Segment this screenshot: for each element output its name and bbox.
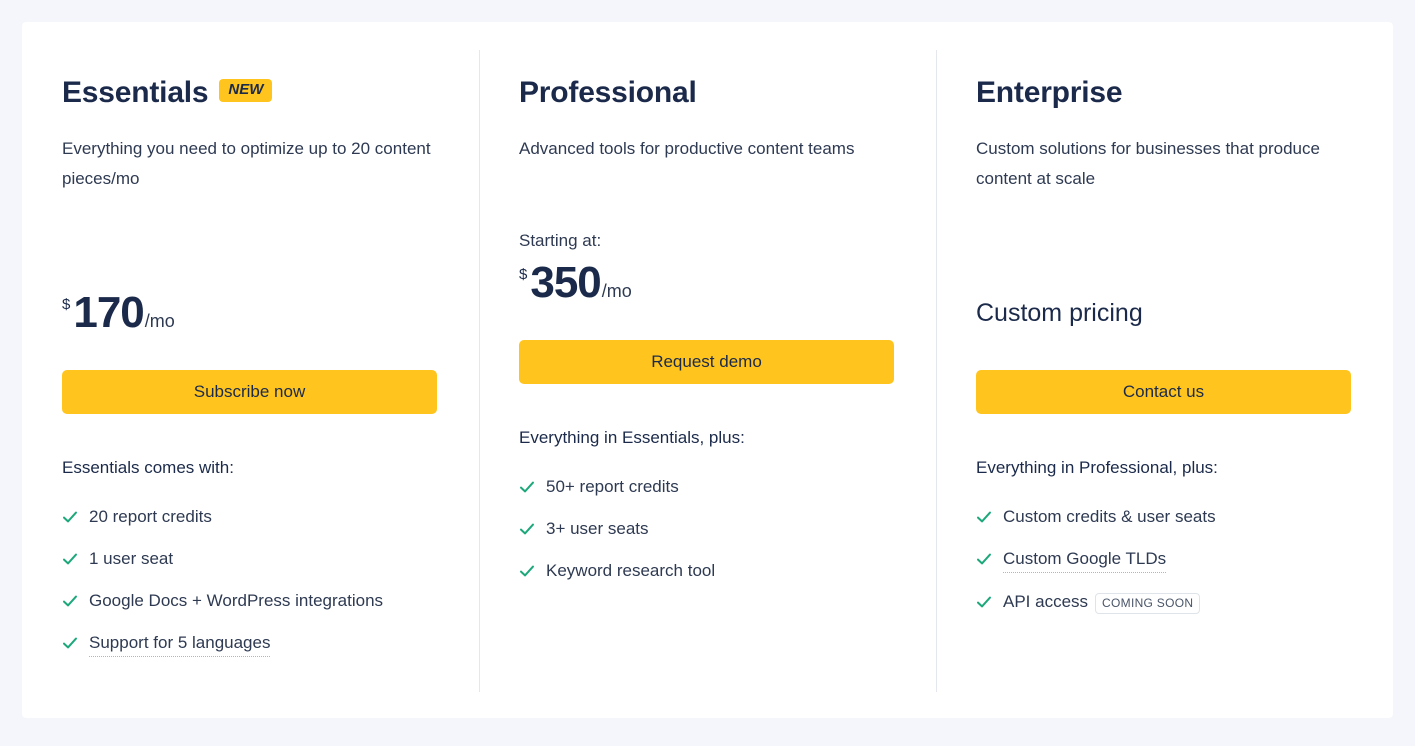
feature-label: Google Docs + WordPress integrations: [89, 591, 384, 610]
price-block-enterprise: Custom pricing: [976, 194, 1351, 344]
plan-column-essentials: Essentials NEW Everything you need to op…: [22, 22, 479, 718]
request-demo-button[interactable]: Request demo: [519, 340, 894, 384]
check-icon: [62, 635, 78, 651]
subscribe-now-button[interactable]: Subscribe now: [62, 370, 437, 414]
plan-description-enterprise: Custom solutions for businesses that pro…: [976, 139, 1320, 188]
custom-pricing-label: Custom pricing: [976, 299, 1143, 327]
feature-label: 50+ report credits: [546, 477, 679, 496]
plan-name-enterprise: Enterprise: [976, 76, 1123, 109]
price-block-professional: Starting at: $ 350 /mo: [519, 164, 894, 314]
price-amount-professional: 350: [530, 258, 601, 307]
feature-item: 3+ user seats: [519, 516, 894, 542]
feature-label: 1 user seat: [89, 549, 174, 568]
coming-soon-badge: COMING SOON: [1095, 593, 1201, 614]
check-icon: [62, 593, 78, 609]
feature-item: 1 user seat: [62, 546, 437, 572]
check-icon: [976, 509, 992, 525]
features-title-professional: Everything in Essentials, plus:: [519, 428, 745, 447]
check-icon: [976, 594, 992, 610]
pricing-columns: Essentials NEW Everything you need to op…: [22, 22, 1393, 718]
feature-list-professional: 50+ report credits 3+ user seats Keyword…: [519, 474, 894, 584]
feature-item: API access COMING SOON: [976, 589, 1351, 615]
feature-label-tooltip[interactable]: Custom Google TLDs: [1003, 546, 1167, 573]
feature-item: 20 report credits: [62, 504, 437, 530]
feature-label-with-badge: API access COMING SOON: [1003, 589, 1201, 615]
plan-column-enterprise: Enterprise Custom solutions for business…: [936, 22, 1393, 718]
check-icon: [519, 521, 535, 537]
price-period: /mo: [601, 281, 632, 301]
plan-name-professional: Professional: [519, 76, 697, 109]
plan-description-essentials: Everything you need to optimize up to 20…: [62, 139, 431, 188]
feature-label: 3+ user seats: [546, 519, 649, 538]
plan-header-professional: Professional: [519, 74, 894, 116]
feature-item: Support for 5 languages: [62, 630, 437, 657]
feature-label: Keyword research tool: [546, 561, 716, 580]
new-badge: NEW: [219, 79, 273, 102]
feature-label: 20 report credits: [89, 507, 212, 526]
contact-us-button[interactable]: Contact us: [976, 370, 1351, 414]
plan-description-professional: Advanced tools for productive content te…: [519, 139, 855, 158]
plan-name-essentials: Essentials: [62, 76, 209, 109]
check-icon: [62, 509, 78, 525]
plan-column-professional: Professional Advanced tools for producti…: [479, 22, 936, 718]
features-title-enterprise: Everything in Professional, plus:: [976, 458, 1218, 477]
feature-item: 50+ report credits: [519, 474, 894, 500]
feature-label-tooltip[interactable]: Support for 5 languages: [89, 630, 271, 657]
check-icon: [519, 563, 535, 579]
currency-symbol: $: [62, 296, 71, 313]
feature-item: Custom Google TLDs: [976, 546, 1351, 573]
check-icon: [976, 551, 992, 567]
price-row-professional: $ 350 /mo: [519, 260, 894, 306]
check-icon: [519, 479, 535, 495]
feature-label: API access: [1003, 592, 1089, 611]
plan-header-essentials: Essentials NEW: [62, 74, 437, 116]
feature-item: Custom credits & user seats: [976, 504, 1351, 530]
price-row-essentials: $ 170 /mo: [62, 290, 437, 336]
price-period: /mo: [144, 311, 175, 331]
feature-label: Custom credits & user seats: [1003, 507, 1216, 526]
pricing-card: Essentials NEW Everything you need to op…: [22, 22, 1393, 718]
feature-list-enterprise: Custom credits & user seats Custom Googl…: [976, 504, 1351, 615]
features-title-essentials: Essentials comes with:: [62, 458, 234, 477]
check-icon: [62, 551, 78, 567]
starting-at-label: Starting at:: [519, 231, 602, 250]
feature-item: Google Docs + WordPress integrations: [62, 588, 437, 614]
plan-header-enterprise: Enterprise: [976, 74, 1351, 116]
currency-symbol: $: [519, 266, 528, 283]
feature-item: Keyword research tool: [519, 558, 894, 584]
price-block-essentials: $ 170 /mo: [62, 194, 437, 344]
feature-list-essentials: 20 report credits 1 user seat Google Doc…: [62, 504, 437, 657]
price-amount-essentials: 170: [73, 288, 144, 337]
